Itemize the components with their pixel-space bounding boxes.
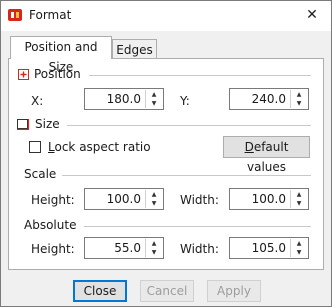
scale-height-decrement-icon[interactable]: ▼	[146, 199, 162, 208]
absolute-height-value: 55.0	[114, 241, 141, 255]
x-spinbox[interactable]: 180.0 ▲ ▼	[84, 88, 164, 110]
absolute-height-increment-icon[interactable]: ▲	[146, 239, 162, 248]
scale-height-spinbox[interactable]: 100.0 ▲ ▼	[84, 188, 164, 210]
cancel-button[interactable]: Cancel	[140, 280, 194, 302]
lock-aspect-checkbox[interactable]	[29, 141, 41, 153]
absolute-height-spinbox[interactable]: 55.0 ▲ ▼	[84, 237, 164, 259]
x-value: 180.0	[106, 92, 141, 106]
window-title: Format	[29, 8, 72, 22]
scale-width-spinbox[interactable]: 100.0 ▲ ▼	[229, 188, 309, 210]
absolute-divider	[84, 226, 311, 227]
scale-width-decrement-icon[interactable]: ▼	[291, 199, 307, 208]
absolute-heading: Absolute	[24, 218, 77, 232]
scale-height-increment-icon[interactable]: ▲	[146, 190, 162, 199]
tab-panel: Position X: 180.0 ▲ ▼ Y: 240.0 ▲ ▼ Size …	[8, 58, 324, 270]
absolute-height-label: Height:	[31, 242, 75, 256]
default-values-button[interactable]: Default values	[223, 136, 310, 174]
tab-edges[interactable]: Edges	[112, 39, 157, 60]
scale-height-label: Height:	[31, 193, 75, 207]
x-decrement-icon[interactable]: ▼	[146, 99, 162, 108]
y-spinbox[interactable]: 240.0 ▲ ▼	[229, 88, 309, 110]
y-decrement-icon[interactable]: ▼	[291, 99, 307, 108]
app-icon	[8, 9, 22, 21]
absolute-width-value: 105.0	[251, 241, 286, 255]
size-heading: Size	[35, 117, 60, 131]
scale-width-label: Width:	[180, 193, 219, 207]
absolute-width-decrement-icon[interactable]: ▼	[291, 248, 307, 257]
absolute-width-increment-icon[interactable]: ▲	[291, 239, 307, 248]
scale-height-value: 100.0	[106, 192, 141, 206]
absolute-width-spinbox[interactable]: 105.0 ▲ ▼	[229, 237, 309, 259]
y-value: 240.0	[251, 92, 286, 106]
y-label: Y:	[180, 94, 190, 108]
scale-width-value: 100.0	[251, 192, 286, 206]
size-icon	[17, 119, 30, 130]
absolute-width-label: Width:	[180, 242, 219, 256]
position-divider	[89, 75, 311, 76]
format-dialog: Format ✕ Position and Size Edges Positio…	[0, 0, 332, 307]
close-button[interactable]: Close	[73, 280, 127, 302]
absolute-height-decrement-icon[interactable]: ▼	[146, 248, 162, 257]
lock-aspect-label[interactable]: Lock aspect ratio	[48, 140, 151, 154]
apply-button[interactable]: Apply	[207, 280, 261, 302]
tab-position-and-size[interactable]: Position and Size	[10, 36, 112, 74]
x-increment-icon[interactable]: ▲	[146, 90, 162, 99]
close-icon[interactable]: ✕	[299, 3, 325, 27]
scale-width-increment-icon[interactable]: ▲	[291, 190, 307, 199]
scale-heading: Scale	[24, 167, 57, 181]
size-divider	[67, 125, 311, 126]
y-increment-icon[interactable]: ▲	[291, 90, 307, 99]
title-bar: Format ✕	[1, 1, 331, 31]
scale-divider	[62, 175, 311, 176]
x-label: X:	[31, 94, 44, 108]
position-icon	[18, 69, 29, 80]
